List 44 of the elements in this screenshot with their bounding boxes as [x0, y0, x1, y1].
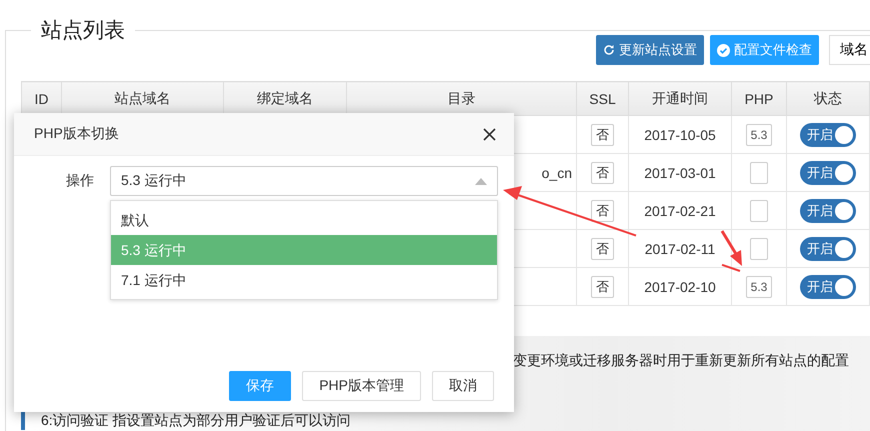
- status-toggle[interactable]: 开启: [800, 160, 856, 184]
- column-header[interactable]: 绑定域名: [224, 82, 346, 116]
- refresh-icon: [603, 44, 615, 56]
- php-version-tag[interactable]: [750, 238, 768, 260]
- toolbar-button[interactable]: 更新站点设置: [596, 35, 704, 65]
- domain-select[interactable]: 域名: [829, 35, 870, 65]
- table-cell: 2017-02-21: [644, 202, 716, 218]
- note-text: 变更环境或迁移服务器时用于重新更新所有站点的配置: [513, 352, 850, 370]
- ssl-tag[interactable]: 否: [591, 124, 614, 146]
- table-cell: 2017-03-01: [644, 164, 716, 180]
- ssl-tag[interactable]: 否: [591, 238, 614, 260]
- column-header[interactable]: 开通时间: [628, 82, 732, 116]
- table-cell: 2017-02-11: [644, 240, 716, 256]
- ssl-tag[interactable]: 否: [591, 200, 614, 222]
- field-label: 操作: [65, 172, 94, 190]
- column-header[interactable]: PHP: [732, 82, 786, 116]
- ssl-tag[interactable]: 否: [591, 162, 614, 184]
- column-header[interactable]: SSL: [576, 82, 628, 116]
- status-toggle[interactable]: 开启: [800, 198, 856, 222]
- ssl-tag[interactable]: 否: [591, 276, 614, 298]
- version-select[interactable]: 5.3 运行中: [110, 166, 498, 196]
- column-header[interactable]: 站点域名: [62, 82, 224, 116]
- dialog-title: PHP版本切换: [34, 125, 119, 143]
- column-header[interactable]: 目录: [346, 82, 576, 116]
- php-version-tag[interactable]: [750, 200, 768, 222]
- dialog-button[interactable]: 取消: [432, 371, 494, 401]
- section-title: 站点列表: [40, 18, 126, 44]
- close-icon[interactable]: [483, 128, 496, 140]
- caret-icon: [475, 178, 487, 184]
- table-cell: o_cn: [542, 164, 572, 180]
- column-header[interactable]: 状态: [786, 82, 870, 116]
- dropdown-option[interactable]: 7.1 运行中: [111, 265, 497, 295]
- table-cell: 2017-10-05: [644, 126, 716, 142]
- php-version-tag[interactable]: 5.3: [746, 124, 772, 146]
- dialog-button[interactable]: PHP版本管理: [302, 371, 421, 401]
- check-circle-icon: [717, 44, 730, 56]
- status-toggle[interactable]: 开启: [800, 122, 856, 146]
- column-header[interactable]: ID: [22, 82, 62, 116]
- status-toggle[interactable]: 开启: [800, 274, 856, 298]
- dropdown-option[interactable]: 默认: [111, 205, 497, 235]
- php-version-tag[interactable]: 5.3: [746, 276, 772, 298]
- php-version-tag[interactable]: [750, 162, 768, 184]
- table-cell: 2017-02-10: [644, 278, 716, 294]
- status-toggle[interactable]: 开启: [800, 236, 856, 260]
